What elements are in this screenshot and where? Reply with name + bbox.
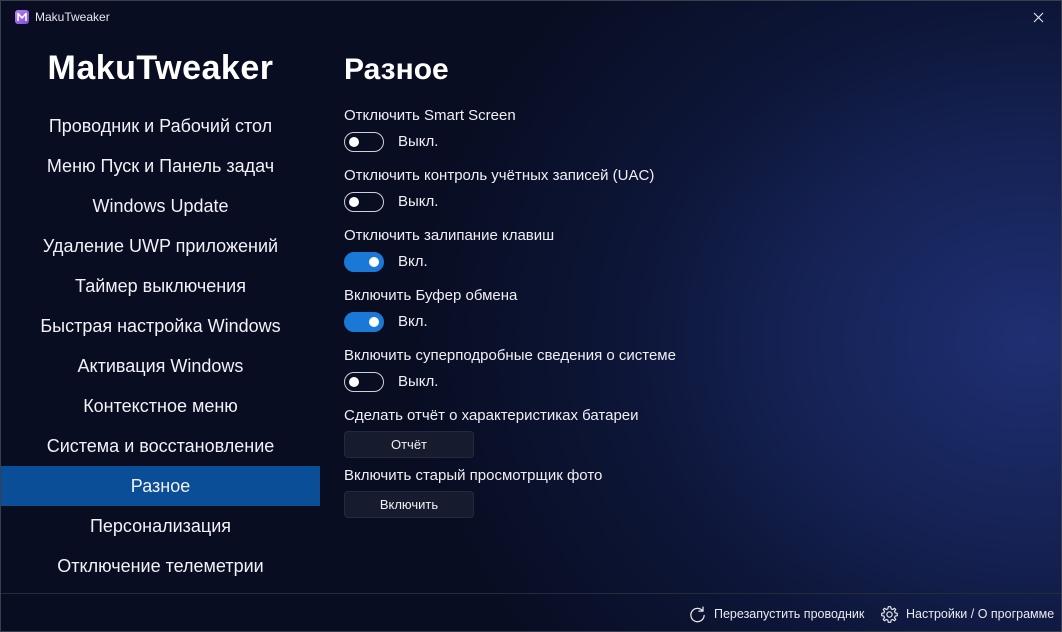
sidebar-item-misc[interactable]: Разное bbox=[1, 466, 320, 506]
sidebar-item-label: Активация Windows bbox=[77, 355, 244, 376]
setting-label-smart-screen: Отключить Smart Screen bbox=[344, 107, 516, 124]
sidebar-item-label: Меню Пуск и Панель задач bbox=[46, 155, 275, 176]
sidebar-item-label: Контекстное меню bbox=[83, 395, 238, 416]
sidebar-item-start-taskbar[interactable]: Меню Пуск и Панель задач bbox=[1, 146, 320, 186]
sidebar-title: MakuTweaker bbox=[47, 49, 274, 87]
uac-toggle[interactable] bbox=[344, 192, 384, 212]
setting-label-battery-report: Сделать отчёт о характеристиках батареи bbox=[344, 407, 639, 424]
verbose-status-toggle[interactable] bbox=[344, 372, 384, 392]
restart-explorer-label: Перезапустить проводник bbox=[714, 607, 865, 621]
bottom-bar: Перезапустить проводник Настройки / О пр… bbox=[1, 593, 1061, 631]
toggle-knob bbox=[349, 377, 359, 387]
sidebar-item-personalization[interactable]: Персонализация bbox=[1, 506, 320, 546]
gear-icon bbox=[881, 605, 898, 623]
setting-label-uac: Отключить контроль учётных записей (UAC) bbox=[344, 167, 655, 184]
setting-label-verbose-status: Включить суперподробные сведения о систе… bbox=[344, 347, 676, 364]
sidebar-item-explorer-desktop[interactable]: Проводник и Рабочий стол bbox=[1, 106, 320, 146]
maku-app-icon bbox=[15, 10, 29, 24]
close-button[interactable] bbox=[1015, 1, 1061, 33]
smart-screen-toggle[interactable] bbox=[344, 132, 384, 152]
setting-label-clipboard: Включить Буфер обмена bbox=[344, 287, 518, 304]
toggle-state-text: Выкл. bbox=[398, 133, 439, 150]
sidebar-item-uwp-removal[interactable]: Удаление UWP приложений bbox=[1, 226, 320, 266]
restart-explorer-button[interactable]: Перезапустить проводник bbox=[688, 604, 864, 624]
toggle-knob bbox=[369, 257, 379, 267]
battery-report-button[interactable]: Отчёт bbox=[344, 431, 474, 458]
sidebar-item-system-recovery[interactable]: Система и восстановление bbox=[1, 426, 320, 466]
sidebar-item-windows-update[interactable]: Windows Update bbox=[1, 186, 320, 226]
toggle-state-text: Выкл. bbox=[398, 193, 439, 210]
refresh-icon bbox=[690, 605, 705, 622]
app-window: MakuTweaker MakuTweaker Проводник и Рабо… bbox=[0, 0, 1062, 632]
sidebar-item-quick-setup[interactable]: Быстрая настройка Windows bbox=[1, 306, 320, 346]
page-title: Разное bbox=[344, 53, 449, 86]
toggle-state-text: Выкл. bbox=[398, 373, 439, 390]
settings-about-button[interactable]: Настройки / О программе bbox=[880, 604, 1054, 624]
sidebar-item-label: Удаление UWP приложений bbox=[42, 235, 279, 256]
main-content: Разное Отключить Smart Screen Выкл. Откл… bbox=[344, 33, 1044, 593]
sidebar-item-label: Таймер выключения bbox=[75, 275, 246, 296]
sidebar: MakuTweaker Проводник и Рабочий стол Мен… bbox=[1, 33, 320, 593]
toggle-state-text: Вкл. bbox=[398, 313, 428, 330]
toggle-state-text: Вкл. bbox=[398, 253, 428, 270]
setting-label-old-photo-viewer: Включить старый просмотрщик фото bbox=[344, 467, 603, 484]
sidebar-item-label: Персонализация bbox=[89, 515, 232, 536]
sidebar-item-label: Windows Update bbox=[92, 195, 229, 216]
sidebar-item-windows-activation[interactable]: Активация Windows bbox=[1, 346, 320, 386]
sidebar-item-label: Отключение телеметрии bbox=[57, 555, 264, 576]
settings-about-label: Настройки / О программе bbox=[906, 607, 1055, 621]
sidebar-item-label: Система и восстановление bbox=[46, 435, 275, 456]
toggle-knob bbox=[349, 137, 359, 147]
sidebar-item-label: Проводник и Рабочий стол bbox=[48, 115, 273, 136]
sidebar-item-label: Быстрая настройка Windows bbox=[40, 315, 281, 336]
sidebar-item-shutdown-timer[interactable]: Таймер выключения bbox=[1, 266, 320, 306]
sidebar-item-label: Разное bbox=[130, 475, 191, 496]
toggle-knob bbox=[349, 197, 359, 207]
clipboard-toggle[interactable] bbox=[344, 312, 384, 332]
close-icon bbox=[1033, 12, 1043, 22]
sidebar-item-context-menu[interactable]: Контекстное меню bbox=[1, 386, 320, 426]
setting-label-sticky-keys: Отключить залипание клавиш bbox=[344, 227, 555, 244]
old-photo-viewer-button[interactable]: Включить bbox=[344, 491, 474, 518]
toggle-knob bbox=[369, 317, 379, 327]
sticky-keys-toggle[interactable] bbox=[344, 252, 384, 272]
sidebar-item-telemetry[interactable]: Отключение телеметрии bbox=[1, 546, 320, 586]
window-title: MakuTweaker bbox=[35, 10, 110, 24]
title-bar[interactable]: MakuTweaker bbox=[1, 1, 1061, 33]
